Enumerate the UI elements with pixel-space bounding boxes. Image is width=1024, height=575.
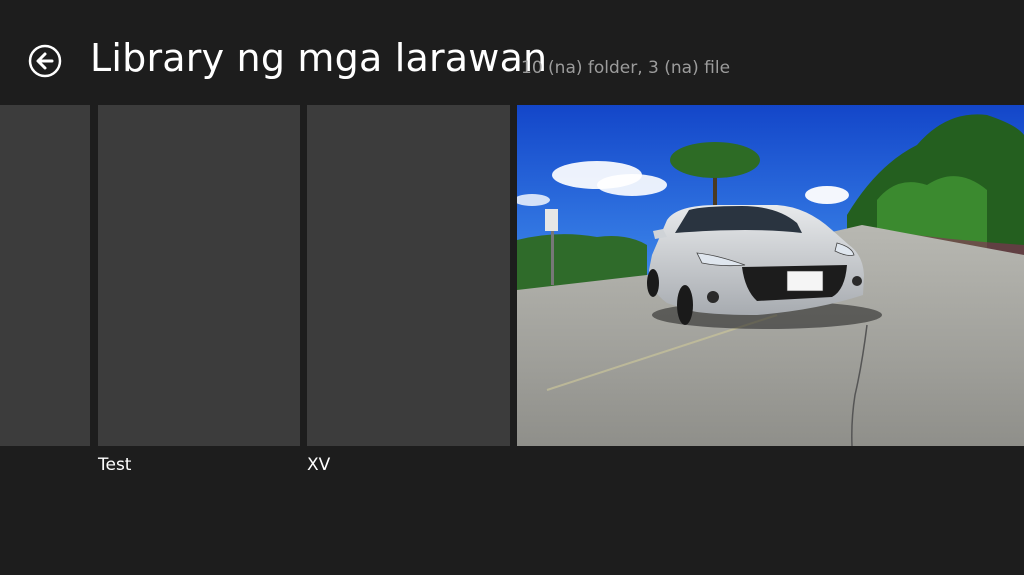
back-button[interactable] — [28, 44, 62, 78]
folder-tile-test[interactable] — [98, 105, 300, 446]
folder-tile[interactable] — [0, 105, 90, 446]
item-count: 10 (na) folder, 3 (na) file — [521, 58, 731, 78]
photo-tile[interactable] — [517, 105, 1024, 446]
folder-label-test: Test — [98, 455, 132, 475]
photos-library-page: Library ng mga larawan 10 (na) folder, 3… — [0, 0, 1024, 575]
back-arrow-circle-icon — [28, 44, 62, 78]
car-photo-thumbnail — [517, 105, 1024, 446]
folder-label-xv: XV — [307, 455, 331, 475]
page-title: Library ng mga larawan — [90, 36, 548, 80]
folder-tile-xv[interactable] — [307, 105, 510, 446]
